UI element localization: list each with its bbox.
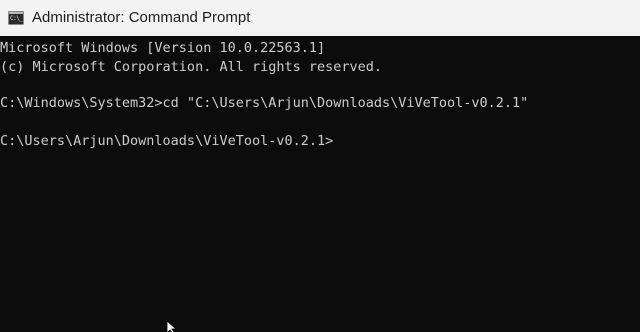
mouse-pointer-icon	[166, 320, 178, 332]
cmd-icon-glyph: C:\_	[10, 15, 23, 22]
title-bar[interactable]: C:\_ Administrator: Command Prompt	[0, 0, 640, 36]
console-line-prompt: C:\Users\Arjun\Downloads\ViVeTool-v0.2.1…	[0, 133, 334, 149]
window-title: Administrator: Command Prompt	[32, 9, 251, 26]
command-prompt-window: C:\_ Administrator: Command Prompt Micro…	[0, 0, 640, 332]
console-line-copyright: (c) Microsoft Corporation. All rights re…	[0, 59, 383, 75]
console-line-cd-command: C:\Windows\System32>cd "C:\Users\Arjun\D…	[0, 95, 529, 111]
console-line-version: Microsoft Windows [Version 10.0.22563.1]	[0, 40, 326, 56]
cmd-icon[interactable]: C:\_	[8, 11, 24, 25]
console-area[interactable]: Microsoft Windows [Version 10.0.22563.1]…	[0, 36, 640, 332]
cmd-icon-strip	[9, 12, 23, 14]
